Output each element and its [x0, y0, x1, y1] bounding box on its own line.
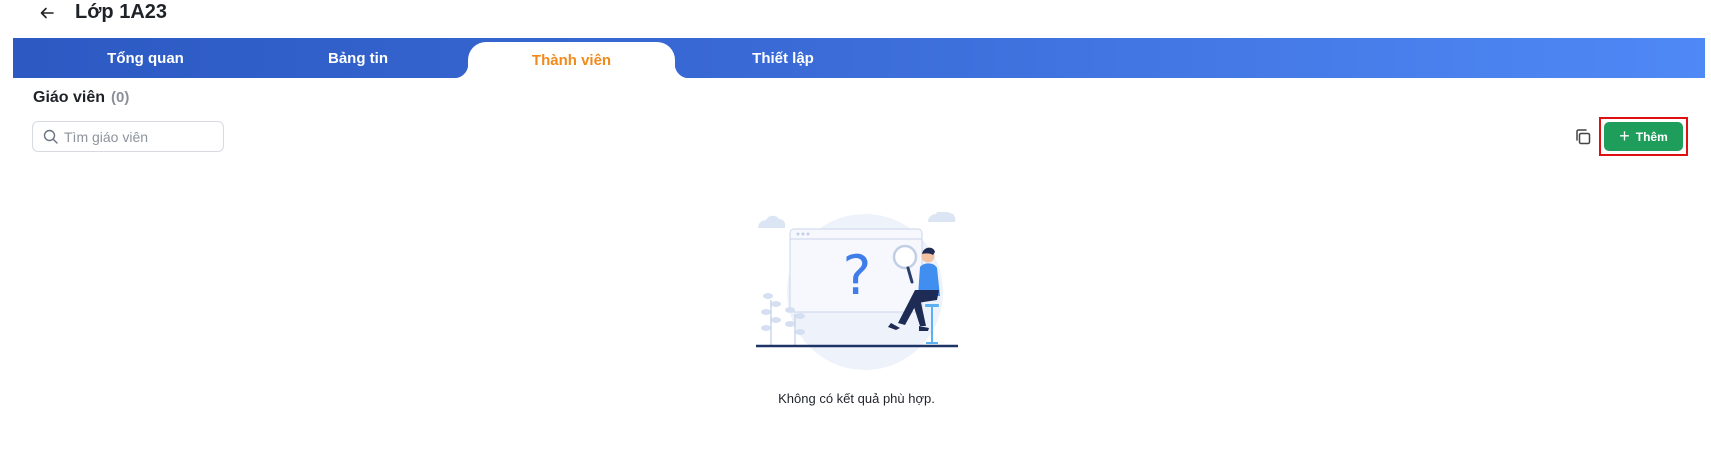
tab-bar: Tổng quan Bảng tin Thành viên Thiết lập	[13, 38, 1705, 78]
plus-icon: +	[1619, 125, 1630, 146]
empty-state-illustration: ?	[756, 212, 958, 370]
teacher-count: (0)	[111, 89, 130, 106]
svg-text:?: ?	[843, 244, 872, 307]
back-arrow-icon[interactable]	[36, 2, 58, 24]
empty-state-message: Không có kết quả phù hợp.	[778, 391, 935, 406]
tab-overview[interactable]: Tổng quan	[63, 38, 228, 78]
tab-newsfeed[interactable]: Bảng tin	[278, 38, 438, 78]
tab-members[interactable]: Thành viên	[454, 42, 689, 78]
search-icon	[43, 129, 58, 144]
page-title: Lớp 1A23	[75, 1, 168, 23]
add-button-label: Thêm	[1635, 129, 1668, 144]
search-box[interactable]	[32, 121, 224, 152]
add-teacher-button[interactable]: + Thêm	[1604, 122, 1683, 151]
search-input[interactable]	[64, 128, 214, 145]
page-header: Lớp 1A23	[0, 0, 1711, 30]
tab-settings[interactable]: Thiết lập	[703, 38, 863, 78]
section-title: Giáo viên	[33, 89, 106, 106]
section-heading: Giáo viên (0)	[33, 89, 129, 107]
copy-icon[interactable]	[1572, 126, 1594, 148]
